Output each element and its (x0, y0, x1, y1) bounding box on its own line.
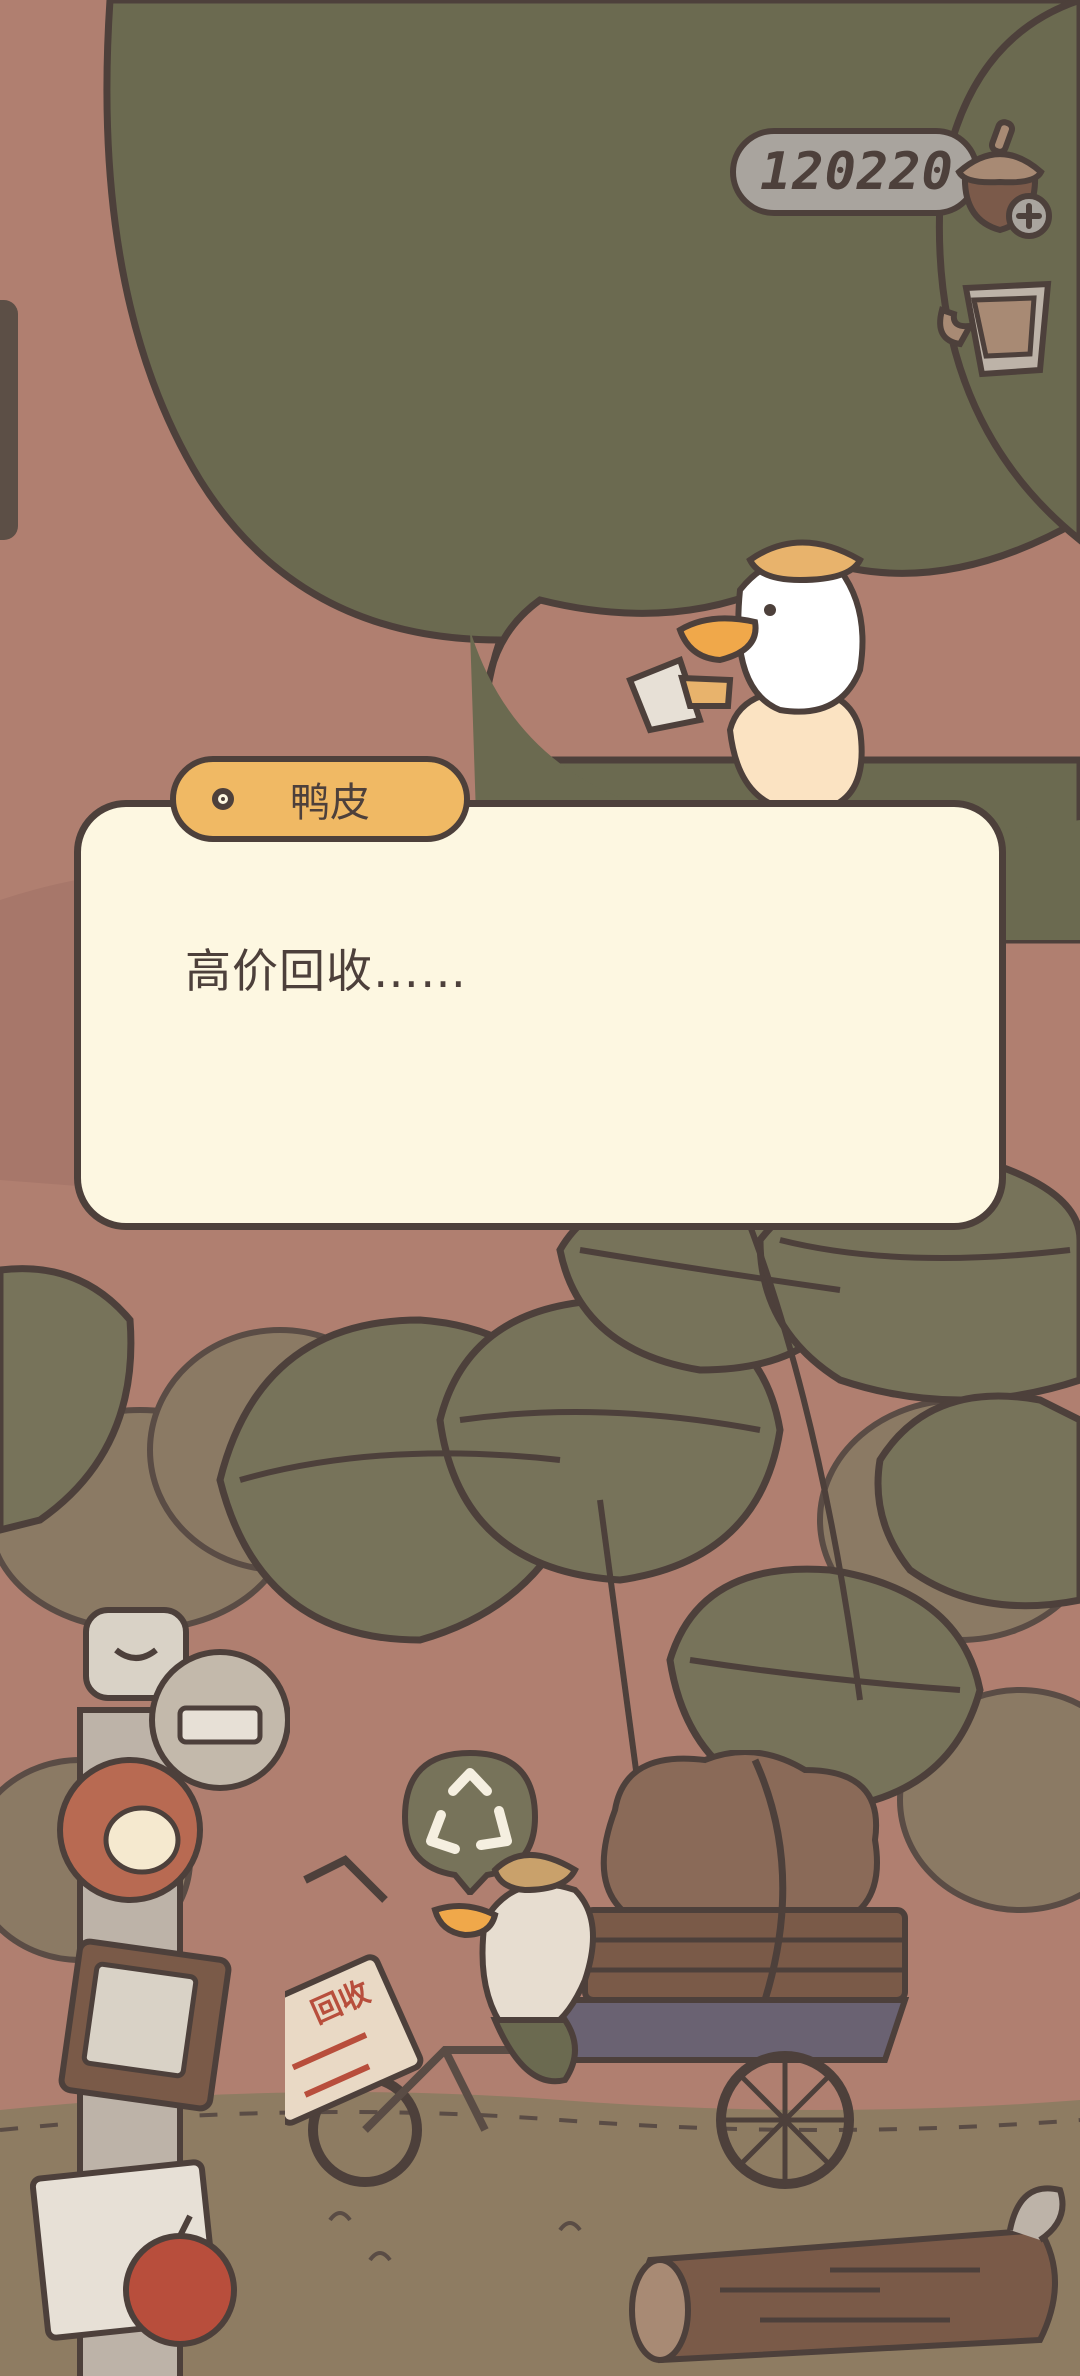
acorn-icon[interactable] (945, 112, 1055, 242)
game-scene[interactable]: 120220 高价回收…… 鸭皮 回收 (0, 0, 1080, 2376)
fallen-log (629, 2185, 1066, 2364)
dialogue-box[interactable]: 高价回收…… (74, 800, 1006, 1230)
duck-with-megaphone (626, 539, 866, 810)
recycling-cart[interactable]: 回收 (285, 1750, 925, 2190)
acorn-currency-counter[interactable]: 120220 (730, 128, 980, 216)
dialogue-text: 高价回收…… (185, 944, 467, 998)
currency-value: 120220 (760, 142, 954, 202)
speaker-name: 鸭皮 (290, 780, 370, 826)
speaker-name-tag: 鸭皮 (170, 756, 470, 842)
name-tag-dot-icon (212, 788, 234, 810)
signpost (30, 1607, 290, 2376)
side-drawer-handle[interactable] (0, 300, 18, 540)
mug-icon[interactable] (930, 270, 1060, 385)
